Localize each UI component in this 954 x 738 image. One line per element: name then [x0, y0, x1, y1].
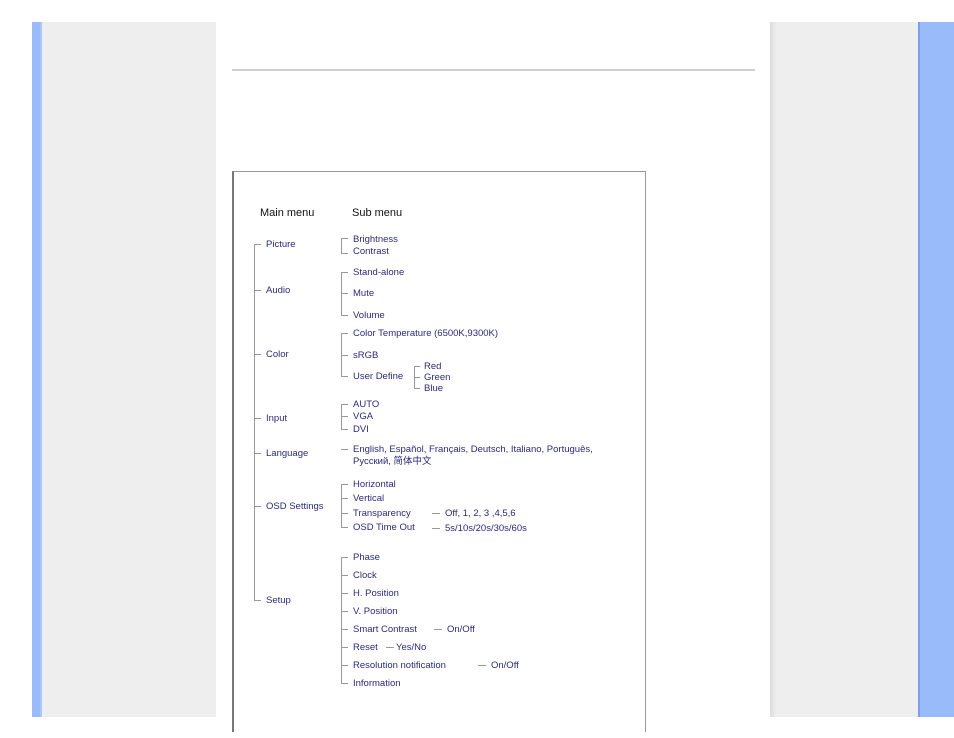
branch — [254, 600, 261, 601]
sub-user-define: User Define — [353, 371, 404, 382]
branch — [341, 498, 348, 499]
sub-smart-contrast: Smart Contrast — [353, 624, 417, 635]
branch — [341, 429, 348, 430]
branch — [434, 629, 442, 630]
left-accent-bar — [32, 22, 42, 717]
reset-values: Yes/No — [396, 642, 427, 653]
branch — [414, 388, 420, 389]
branch — [478, 665, 486, 666]
branch — [341, 484, 342, 527]
branch — [341, 575, 348, 576]
sub-horizontal: Horizontal — [353, 479, 396, 490]
sub-blue: Blue — [424, 383, 444, 394]
branch — [386, 647, 394, 648]
branch — [341, 376, 348, 377]
resolution-values: On/Off — [491, 660, 519, 671]
main-item-setup: Setup — [266, 595, 291, 606]
timeout-values: 5s/10s/20s/30s/60s — [445, 523, 527, 534]
branch — [341, 683, 348, 684]
branch — [341, 484, 348, 485]
branch — [254, 506, 261, 507]
transparency-values: Off, 1, 2, 3 ,4,5,6 — [445, 508, 516, 519]
branch — [341, 629, 348, 630]
branch — [341, 272, 348, 273]
branch — [341, 238, 348, 239]
branch — [341, 333, 348, 334]
main-item-language: Language — [266, 448, 309, 459]
horizontal-rule — [232, 69, 755, 71]
right-accent-bar — [918, 22, 954, 717]
sub-mute: Mute — [353, 288, 375, 299]
branch — [341, 416, 348, 417]
branch — [254, 244, 261, 245]
main-menu-header: Main menu — [260, 207, 315, 219]
branch — [341, 513, 348, 514]
branch — [341, 593, 348, 594]
main-item-input: Input — [266, 413, 288, 424]
right-sidebar — [770, 22, 918, 717]
branch — [341, 665, 348, 666]
branch — [341, 293, 348, 294]
left-sidebar — [42, 22, 216, 717]
smart-contrast-values: On/Off — [447, 624, 475, 635]
sub-green: Green — [424, 372, 451, 383]
sub-brightness: Brightness — [353, 234, 398, 245]
sub-clock: Clock — [353, 570, 377, 581]
branch — [341, 647, 348, 648]
sub-resolution-notification: Resolution notification — [353, 660, 446, 671]
sub-dvi: DVI — [353, 424, 369, 435]
sub-reset: Reset — [353, 642, 378, 653]
sub-volume: Volume — [353, 310, 385, 321]
osd-menu-tree-figure: Main menu Sub menu Picture Audio Color I… — [232, 171, 646, 732]
main-item-osd-settings: OSD Settings — [266, 501, 324, 512]
main-item-audio: Audio — [266, 285, 291, 296]
branch — [341, 238, 342, 253]
branch — [341, 355, 348, 356]
sub-information: Information — [353, 678, 401, 689]
branch — [341, 449, 348, 450]
sub-osd-time-out: OSD Time Out — [353, 522, 415, 533]
sub-red: Red — [424, 361, 442, 372]
branch — [414, 366, 420, 367]
main-trunk-line — [254, 244, 255, 600]
branch — [254, 453, 261, 454]
sub-languages-line2: Русский, 简体中文 — [353, 456, 432, 467]
sub-vga: VGA — [353, 411, 374, 422]
branch — [341, 404, 348, 405]
branch — [254, 354, 261, 355]
sub-languages-line1: English, Español, Français, Deutsch, Ita… — [353, 444, 593, 455]
branch — [341, 557, 348, 558]
main-item-picture: Picture — [266, 239, 296, 250]
sub-menu-header: Sub menu — [352, 207, 403, 219]
sub-color-temperature: Color Temperature (6500K,9300K) — [353, 328, 499, 339]
sub-srgb: sRGB — [353, 350, 379, 361]
sub-phase: Phase — [353, 552, 380, 563]
sub-vertical: Vertical — [353, 493, 385, 504]
sub-transparency: Transparency — [353, 508, 411, 519]
branch — [341, 253, 348, 254]
branch — [432, 528, 440, 529]
branch — [341, 611, 348, 612]
branch — [254, 418, 261, 419]
sub-stand-alone: Stand-alone — [353, 267, 405, 278]
sub-auto: AUTO — [353, 399, 380, 410]
branch — [254, 290, 261, 291]
sub-contrast: Contrast — [353, 246, 389, 257]
main-item-color: Color — [266, 349, 289, 360]
branch — [414, 377, 420, 378]
branch — [341, 315, 348, 316]
branch — [432, 513, 440, 514]
sub-h-position: H. Position — [353, 588, 399, 599]
branch — [341, 527, 348, 528]
sub-v-position: V. Position — [353, 606, 398, 617]
